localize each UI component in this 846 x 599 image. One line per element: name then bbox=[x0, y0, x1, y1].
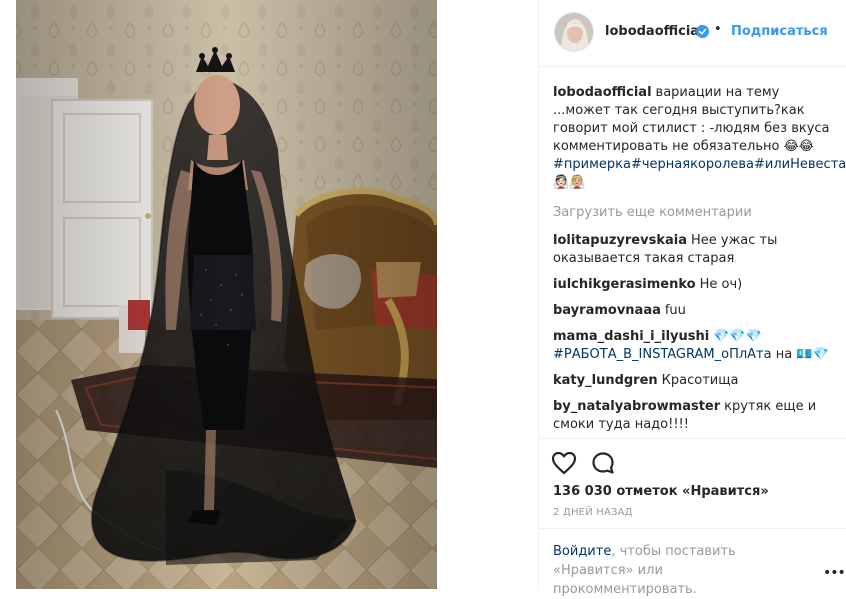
comment-text: Красотища bbox=[661, 373, 739, 388]
comment-icon[interactable] bbox=[591, 451, 615, 475]
comment-item: katy_lundgren Красотища bbox=[553, 372, 835, 390]
avatar[interactable] bbox=[554, 12, 594, 52]
comment-item: by_natalyabrowmaster крутяк еще и смоки т… bbox=[553, 398, 835, 434]
comment-text: fuu bbox=[664, 303, 686, 318]
post-actions: 136 030 отметок «Нравится» 2 ДНЕЙ НАЗАД … bbox=[539, 438, 846, 597]
comment-username[interactable]: bayramovnaaa bbox=[553, 303, 661, 318]
post-photo-image bbox=[16, 0, 437, 589]
post-header: lobodaofficial • Подписаться bbox=[539, 0, 846, 67]
caption-hashtags[interactable]: #примерка#чернаякоролева#илиНевеста 👰🏻👰🏼 bbox=[553, 157, 846, 190]
load-more-comments-button[interactable]: Загрузить еще комментарии bbox=[553, 204, 835, 222]
comment-username[interactable]: lolitapuzyrevskaia bbox=[553, 233, 687, 248]
comment-item: lolitapuzyrevskaia Нее ужас ты оказываетс… bbox=[553, 232, 835, 268]
post-author-username[interactable]: lobodaofficial bbox=[605, 24, 704, 39]
comment-item: bayramovnaaa fuu bbox=[553, 302, 835, 320]
comment-text-tail: на 💶💎 bbox=[771, 347, 829, 362]
post-timestamp: 2 ДНЕЙ НАЗАД bbox=[553, 507, 633, 518]
comment-username[interactable]: katy_lundgren bbox=[553, 373, 658, 388]
more-options-icon[interactable]: ••• bbox=[823, 565, 846, 581]
comment-text: 💎💎💎 bbox=[713, 329, 762, 344]
avatar-image bbox=[555, 13, 593, 51]
follow-button[interactable]: Подписаться bbox=[731, 24, 828, 39]
comment-item: iulchikgerasimenko Не оч) bbox=[553, 276, 835, 294]
likes-count[interactable]: 136 030 отметок «Нравится» bbox=[553, 484, 769, 499]
header-separator: • bbox=[714, 22, 722, 37]
caption-username[interactable]: lobodaofficial bbox=[553, 85, 652, 100]
post-media bbox=[0, 0, 538, 589]
comment-username[interactable]: mama_dashi_i_ilyushi bbox=[553, 329, 709, 344]
verified-icon bbox=[696, 25, 709, 38]
post-side-panel: lobodaofficial • Подписаться lobodaoffic… bbox=[539, 0, 846, 597]
comment-text: Не оч) bbox=[699, 277, 743, 292]
heart-icon[interactable] bbox=[551, 451, 577, 475]
login-divider bbox=[539, 528, 846, 529]
comments-list: lobodaofficial вариации на тему ...может … bbox=[553, 84, 846, 442]
post-caption: lobodaofficial вариации на тему ...может … bbox=[553, 84, 846, 192]
comment-hashtag[interactable]: #РАБОТА_В_INSTAGRAM_оПлАта bbox=[553, 347, 772, 362]
comment-username[interactable]: by_natalyabrowmaster bbox=[553, 399, 720, 414]
comment-username[interactable]: iulchikgerasimenko bbox=[553, 277, 696, 292]
login-link[interactable]: Войдите bbox=[553, 544, 611, 559]
post-photo[interactable] bbox=[16, 0, 437, 589]
login-prompt: Войдите, чтобы поставить «Нравится» или … bbox=[553, 542, 803, 599]
comment-item: mama_dashi_i_ilyushi 💎💎💎 #РАБОТА_В_INSTAG… bbox=[553, 328, 835, 364]
